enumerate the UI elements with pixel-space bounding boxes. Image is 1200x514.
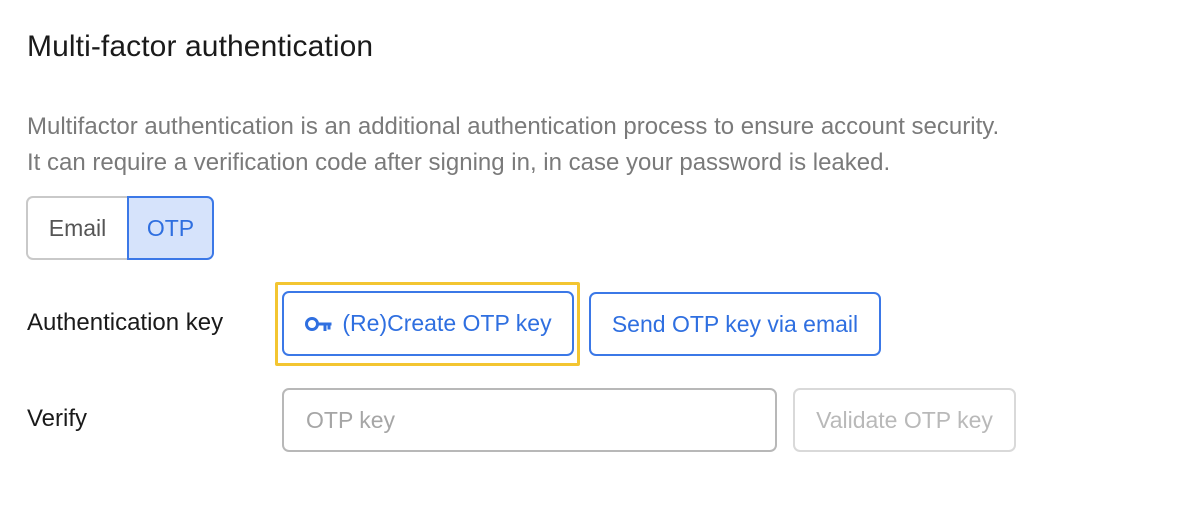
verify-label: Verify [27,405,88,432]
recreate-otp-key-button[interactable]: (Re)Create OTP key [282,291,574,356]
method-otp-button[interactable]: OTP [127,196,214,260]
authentication-key-label: Authentication key [27,309,224,336]
method-email-button[interactable]: Email [26,196,127,260]
section-title: Multi-factor authentication [27,30,374,63]
validate-otp-key-button[interactable]: Validate OTP key [793,388,1016,452]
recreate-otp-key-label: (Re)Create OTP key [342,310,552,336]
key-icon [304,315,332,333]
description-line-1: Multifactor authentication is an additio… [27,113,1000,140]
send-otp-key-email-button[interactable]: Send OTP key via email [589,292,881,356]
section-description: Multifactor authentication is an additio… [27,109,1147,181]
description-line-2: It can require a verification code after… [27,149,891,176]
mfa-method-toggle: Email OTP [26,196,214,260]
otp-key-input[interactable] [282,388,777,452]
